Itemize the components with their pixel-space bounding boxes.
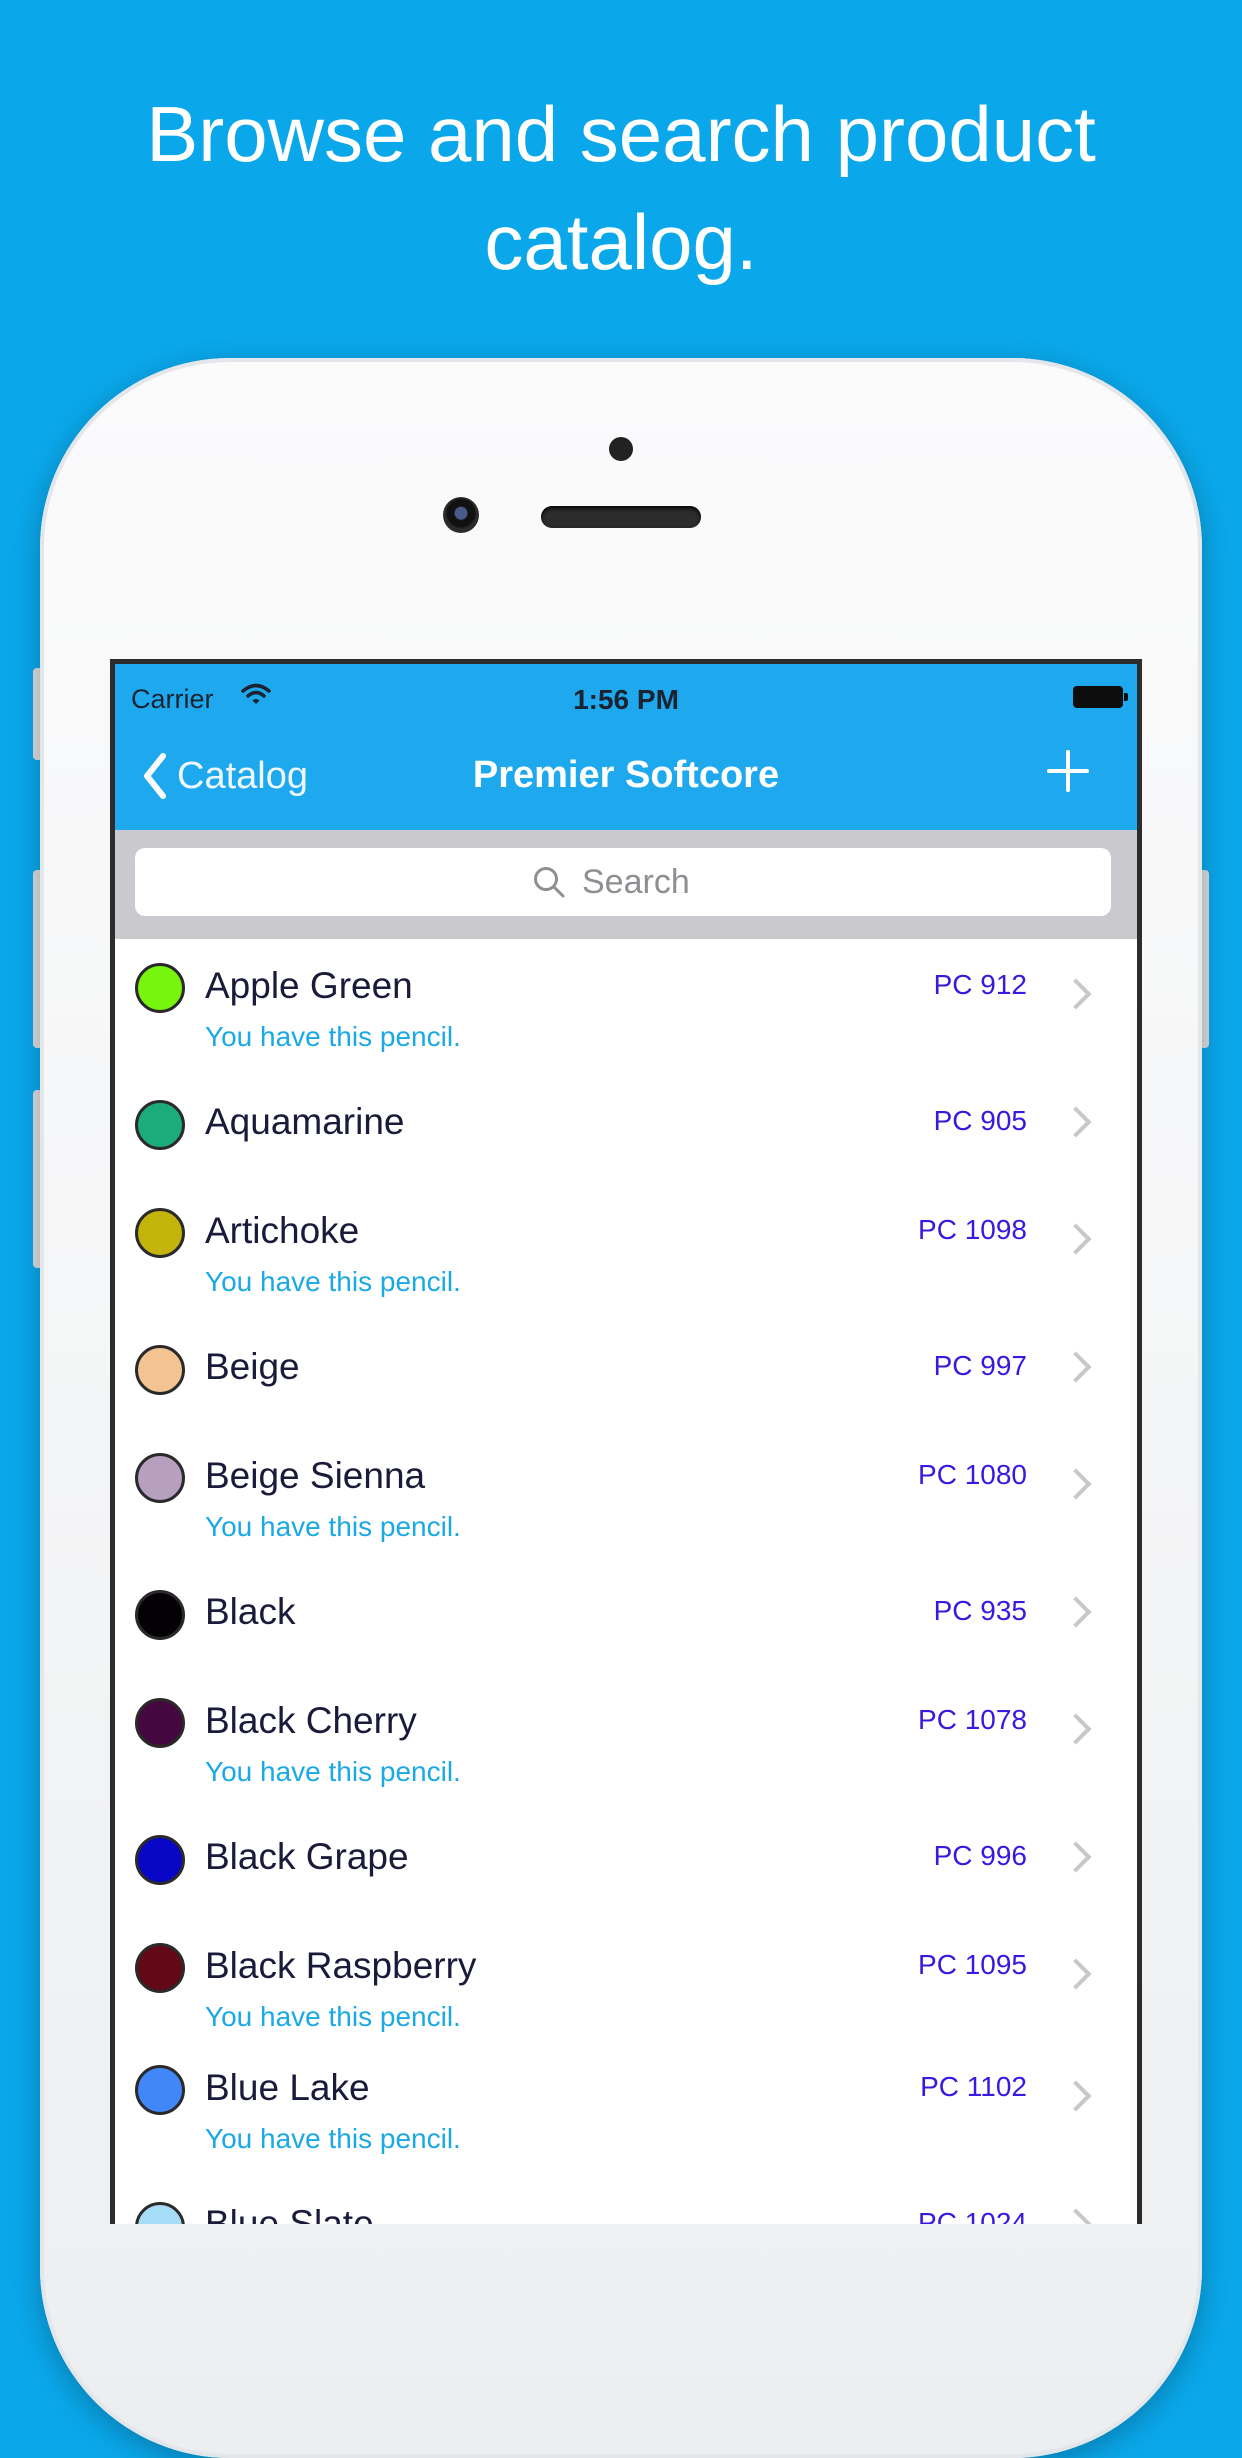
pencil-code: PC 912 [933, 969, 1027, 1000]
pencil-name: Beige [205, 1346, 300, 1387]
color-swatch [135, 1345, 185, 1395]
color-swatch [135, 1698, 185, 1748]
pencil-name: Aquamarine [205, 1101, 405, 1142]
pencil-name: Artichoke [205, 1210, 360, 1251]
chevron-right-icon [1060, 1958, 1092, 1990]
list-item[interactable]: Blue Lake You have this pencil. PC 1102 [115, 2041, 1137, 2163]
pencil-code: PC 1095 [918, 1949, 1027, 1980]
owned-status: You have this pencil. [205, 2001, 461, 2032]
list-item[interactable]: Aquamarine PC 905 [115, 1061, 1137, 1184]
front-camera [443, 497, 479, 533]
search-input[interactable] [580, 861, 714, 903]
owned-status: You have this pencil. [205, 1756, 461, 1787]
pencil-name: Beige Sienna [205, 1455, 426, 1496]
app-screen: Carrier 1:56 PM Catalog Premier Softcore [110, 659, 1142, 2224]
list-item[interactable]: Artichoke You have this pencil. PC 1098 [115, 1184, 1137, 1306]
pencil-code: PC 1080 [918, 1459, 1027, 1490]
add-button[interactable] [1043, 746, 1093, 796]
pencil-name: Black [205, 1591, 296, 1632]
chevron-right-icon [1060, 978, 1092, 1010]
pencil-code: PC 1078 [918, 1704, 1027, 1735]
pencil-name: Apple Green [205, 965, 413, 1006]
chevron-right-icon [1060, 1106, 1092, 1138]
list-item[interactable]: Beige PC 997 [115, 1306, 1137, 1429]
page-title: Premier Softcore [472, 754, 780, 796]
list-item[interactable]: Blue Slate PC 1024 [115, 2163, 1137, 2224]
search-bar [115, 830, 1137, 939]
pencil-code: PC 1024 [918, 2207, 1027, 2224]
navigation-bar: Carrier 1:56 PM Catalog Premier Softcore [115, 664, 1137, 830]
pencil-name: Black Grape [205, 1836, 409, 1877]
color-swatch [135, 2202, 185, 2224]
list-item[interactable]: Apple Green You have this pencil. PC 912 [115, 939, 1137, 1061]
list-item[interactable]: Black Grape PC 996 [115, 1796, 1137, 1919]
proximity-sensor [609, 437, 633, 461]
color-swatch [135, 1208, 185, 1258]
owned-status: You have this pencil. [205, 2123, 461, 2154]
battery-icon [1073, 686, 1128, 708]
color-swatch [135, 1943, 185, 1993]
search-icon [534, 867, 565, 898]
chevron-right-icon [1060, 1351, 1092, 1383]
pencil-list: Apple Green You have this pencil. PC 912 Aq… [115, 939, 1137, 2224]
owned-status: You have this pencil. [205, 1266, 461, 1297]
color-swatch [135, 2065, 185, 2115]
chevron-right-icon [1060, 1713, 1092, 1745]
pencil-name: Black Cherry [205, 1700, 417, 1741]
chevron-right-icon [1060, 1223, 1092, 1255]
list-item[interactable]: Black Cherry You have this pencil. PC 1078 [115, 1674, 1137, 1796]
chevron-right-icon [1060, 1596, 1092, 1628]
pencil-code: PC 996 [933, 1840, 1027, 1871]
status-time: 1:56 PM [573, 684, 679, 715]
list-item[interactable]: Beige Sienna You have this pencil. PC 1080 [115, 1429, 1137, 1551]
list-item[interactable]: Black PC 935 [115, 1551, 1137, 1674]
owned-status: You have this pencil. [205, 1511, 461, 1542]
pencil-code: PC 997 [933, 1350, 1027, 1381]
owned-status: You have this pencil. [205, 1021, 461, 1052]
pencil-code: PC 905 [933, 1105, 1027, 1136]
chevron-right-icon [1060, 2080, 1092, 2112]
color-swatch [135, 1835, 185, 1885]
color-swatch [135, 1590, 185, 1640]
color-swatch [135, 1453, 185, 1503]
chevron-right-icon [1060, 1468, 1092, 1500]
list-item[interactable]: Black Raspberry You have this pencil. PC 1… [115, 1919, 1137, 2041]
pencil-code: PC 935 [933, 1595, 1027, 1626]
earpiece-speaker [541, 506, 701, 528]
headline: Browse and search product catalog. [146, 90, 1096, 286]
chevron-right-icon [1060, 1841, 1092, 1873]
pencil-name: Black Raspberry [205, 1945, 477, 1986]
pencil-name: Blue Lake [205, 2067, 370, 2108]
color-swatch [135, 963, 185, 1013]
pencil-code: PC 1102 [920, 2071, 1027, 2102]
chevron-right-icon [1060, 2208, 1092, 2224]
pencil-name: Blue Slate [205, 2203, 374, 2224]
color-swatch [135, 1100, 185, 1150]
search-field[interactable] [135, 848, 1111, 916]
pencil-code: PC 1098 [918, 1214, 1027, 1245]
